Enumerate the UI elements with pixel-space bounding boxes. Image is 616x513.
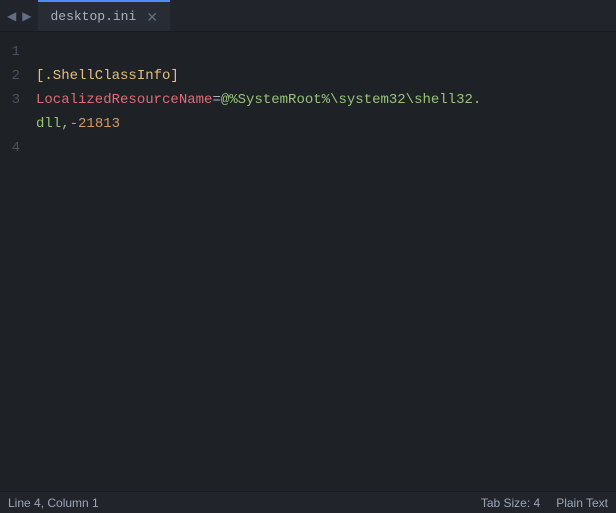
tab-size[interactable]: Tab Size: 4	[481, 496, 540, 510]
tab-scroll-right-button[interactable]: ▶	[19, 8, 34, 24]
tab-close-button[interactable]: ✕	[144, 10, 160, 24]
status-bar: Line 4, Column 1 Tab Size: 4 Plain Text	[0, 491, 616, 513]
tab-scroll-left-button[interactable]: ◀	[4, 8, 19, 24]
code-line-3a: LocalizedResourceName=@%SystemRoot%\syst…	[36, 88, 602, 112]
code-line-3b: dll,-21813	[36, 112, 602, 136]
right-scrollbar-area	[602, 32, 616, 491]
line-number-3: 3	[8, 88, 20, 112]
token-value-cont: dll,	[36, 112, 70, 136]
code-editor[interactable]: [.ShellClassInfo] LocalizedResourceName=…	[32, 32, 602, 491]
token-value: @%SystemRoot%\system32\shell32.	[221, 88, 481, 112]
language-mode[interactable]: Plain Text	[556, 496, 608, 510]
token-number: -21813	[70, 112, 120, 136]
status-right-group: Tab Size: 4 Plain Text	[481, 496, 608, 510]
line-number-1: 1	[8, 40, 20, 64]
line-number-2: 2	[8, 64, 20, 88]
code-line-4	[36, 136, 602, 160]
token-equals: =	[212, 88, 220, 112]
editor-area: 1 2 3 4 [.ShellClassInfo] LocalizedResou…	[0, 32, 616, 491]
token-key: LocalizedResourceName	[36, 88, 212, 112]
line-number-3b	[8, 112, 20, 136]
tab-bar: ◀ ▶ desktop.ini ✕	[0, 0, 616, 32]
code-line-1	[36, 40, 602, 64]
tab-title: desktop.ini	[50, 9, 136, 24]
code-line-2: [.ShellClassInfo]	[36, 64, 602, 88]
line-number-4: 4	[8, 136, 20, 160]
file-tab[interactable]: desktop.ini ✕	[38, 0, 170, 31]
cursor-position: Line 4, Column 1	[8, 496, 99, 510]
line-numbers: 1 2 3 4	[0, 32, 32, 491]
token-section: [.ShellClassInfo]	[36, 64, 179, 88]
tab-bar-arrows: ◀ ▶	[0, 8, 38, 24]
